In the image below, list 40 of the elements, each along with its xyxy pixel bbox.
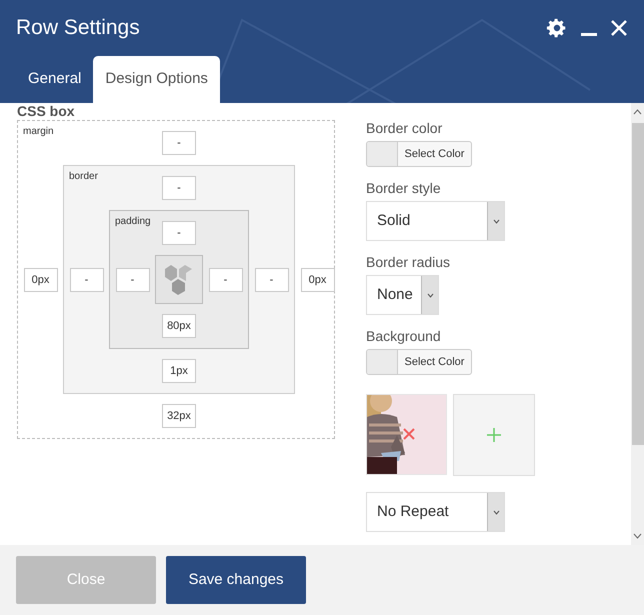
scroll-up-icon[interactable] <box>633 109 642 115</box>
caret-icon <box>492 510 500 514</box>
value-input[interactable]: 0px <box>24 268 58 292</box>
value-input[interactable]: - <box>208 268 242 292</box>
value-input[interactable]: - <box>162 176 196 200</box>
field-label: Border color <box>366 119 444 137</box>
value-input[interactable]: - <box>70 268 104 292</box>
plus-icon <box>487 428 501 442</box>
value-input[interactable]: 1px <box>162 359 196 383</box>
select-field[interactable]: None <box>366 275 439 315</box>
color-picker[interactable]: Select Color <box>366 349 472 375</box>
remove-icon[interactable] <box>403 428 415 440</box>
scroll-down-icon[interactable] <box>633 533 642 539</box>
save-button[interactable]: Save changes <box>166 556 306 604</box>
field-label: Background <box>366 327 442 345</box>
window-title: Row Settings <box>16 15 140 42</box>
box-label: border <box>68 170 99 184</box>
value-input[interactable]: - <box>116 268 150 292</box>
tab[interactable]: General <box>16 56 94 103</box>
value-input[interactable]: - <box>162 131 196 155</box>
cube-logo-icon <box>165 264 193 296</box>
scrollbar-thumb[interactable] <box>632 123 644 445</box>
select-field[interactable]: Solid <box>366 201 505 241</box>
value-input[interactable]: 32px <box>162 404 196 428</box>
value-input[interactable]: 0px <box>300 268 334 292</box>
section-title: CSS box <box>17 103 76 120</box>
field-label: Border style <box>366 179 442 197</box>
field-label: Border radius <box>366 253 452 271</box>
tab[interactable]: Design Options <box>93 56 220 103</box>
caret-icon <box>492 218 500 224</box>
select-field[interactable]: No Repeat <box>366 492 505 532</box>
value-input[interactable]: 80px <box>162 314 196 338</box>
caret-icon <box>426 292 434 298</box>
box-label: padding <box>114 215 152 229</box>
color-picker[interactable]: Select Color <box>366 141 472 167</box>
close-icon[interactable] <box>610 19 628 37</box>
value-input[interactable]: - <box>162 221 196 245</box>
value-input[interactable]: - <box>254 268 288 292</box>
box-label: margin <box>22 125 55 139</box>
settings-icon[interactable] <box>546 17 568 39</box>
